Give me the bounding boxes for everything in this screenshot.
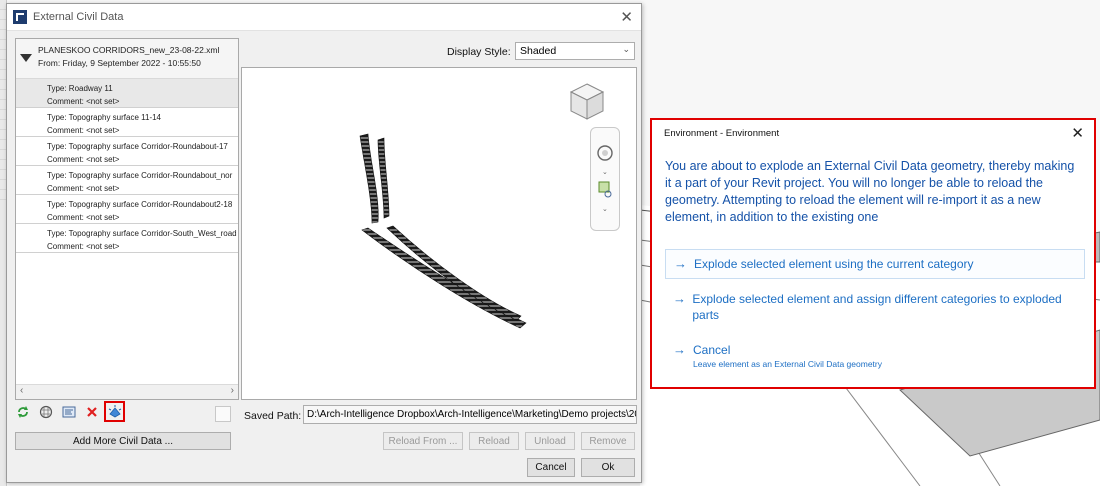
list-item[interactable]: Type: Roadway 11 Comment: <not set> (16, 79, 238, 108)
explode-task-dialog: Environment - Environment ✕ You are abou… (650, 118, 1096, 389)
item-comment: Comment: <not set> (47, 97, 120, 106)
item-type: Type: Roadway 11 (47, 84, 113, 93)
horizontal-scrollbar[interactable]: ‹ › (16, 384, 238, 399)
item-comment: Comment: <not set> (47, 126, 120, 135)
item-type: Type: Topography surface Corridor-South_… (47, 229, 237, 238)
explode-assign-categories-option[interactable]: → Explode selected element and assign di… (665, 285, 1085, 329)
close-icon[interactable]: ✕ (620, 8, 633, 26)
task-dialog-title: Environment - Environment (664, 128, 780, 139)
close-icon[interactable]: ✕ (1071, 124, 1084, 142)
scroll-left-icon[interactable]: ‹ (20, 385, 23, 396)
option-description: Leave element as an External Civil Data … (693, 359, 882, 369)
refresh-icon[interactable] (15, 404, 30, 419)
zoom-icon (598, 181, 610, 193)
list-item[interactable]: Type: Topography surface Corridor-Rounda… (16, 166, 238, 195)
explode-icon[interactable] (104, 401, 125, 422)
materials-icon[interactable] (38, 404, 53, 419)
delete-icon[interactable] (84, 404, 99, 419)
list-toolbar (15, 401, 125, 422)
list-item[interactable]: Type: Topography surface Corridor-Rounda… (16, 137, 238, 166)
task-dialog-message: You are about to explode an External Civ… (665, 159, 1075, 224)
saved-path-label: Saved Path: (244, 410, 302, 422)
chevron-down-icon: ⌄ (622, 44, 630, 54)
item-comment: Comment: <not set> (47, 242, 120, 251)
app-logo-icon (13, 10, 27, 24)
option-label: Explode selected element and assign diff… (692, 292, 1062, 322)
saved-path-field[interactable]: D:\Arch-Intelligence Dropbox\Arch-Intell… (303, 405, 637, 424)
unload-button[interactable]: Unload (525, 432, 575, 450)
file-node[interactable]: PLANESKOO CORRIDORS_new_23-08-22.xml Fro… (16, 39, 238, 79)
civil-data-list: PLANESKOO CORRIDORS_new_23-08-22.xml Fro… (15, 38, 239, 400)
option-label: Cancel (693, 343, 731, 357)
arrow-right-icon: → (673, 342, 686, 357)
list-view-icon[interactable] (215, 406, 231, 422)
list-item[interactable]: Type: Topography surface 11-14 Comment: … (16, 108, 238, 137)
file-date: From: Friday, 9 September 2022 - 10:55:5… (38, 58, 201, 68)
title-bar: External Civil Data ✕ (7, 4, 641, 31)
item-comment: Comment: <not set> (47, 155, 120, 164)
list-item[interactable]: Type: Topography surface Corridor-South_… (16, 224, 238, 253)
svg-text:⌄: ⌄ (602, 168, 608, 176)
cancel-option[interactable]: → Cancel Leave element as an External Ci… (665, 336, 1085, 375)
cancel-button[interactable]: Cancel (527, 458, 575, 477)
item-type: Type: Topography surface Corridor-Rounda… (47, 200, 233, 209)
navigation-bar[interactable]: ⌄ ⌄ (590, 127, 620, 231)
scroll-right-icon[interactable]: › (231, 385, 234, 396)
properties-icon[interactable] (61, 404, 76, 419)
item-comment: Comment: <not set> (47, 213, 120, 222)
ok-button[interactable]: Ok (581, 458, 635, 477)
explode-current-category-option[interactable]: → Explode selected element using the cur… (665, 249, 1085, 279)
item-comment: Comment: <not set> (47, 184, 120, 193)
item-type: Type: Topography surface Corridor-Rounda… (47, 171, 233, 180)
display-style-label: Display Style: (447, 46, 511, 58)
dialog-title: External Civil Data (33, 11, 124, 23)
display-style-dropdown[interactable]: Shaded ⌄ (515, 42, 635, 60)
remove-button[interactable]: Remove (581, 432, 635, 450)
list-item[interactable]: Type: Topography surface Corridor-Rounda… (16, 195, 238, 224)
reload-button[interactable]: Reload (469, 432, 519, 450)
item-type: Type: Topography surface 11-14 (47, 113, 161, 122)
add-more-civil-data-button[interactable]: Add More Civil Data ... (15, 432, 231, 450)
collapse-arrow-icon[interactable] (20, 54, 32, 62)
external-civil-data-dialog: External Civil Data ✕ PLANESKOO CORRIDOR… (6, 3, 642, 483)
display-style-value: Shaded (520, 45, 557, 57)
preview-viewport[interactable]: ⌄ ⌄ (241, 67, 637, 400)
option-label: Explode selected element using the curre… (694, 257, 974, 271)
view-cube-icon[interactable] (568, 82, 606, 127)
item-type: Type: Topography surface Corridor-Rounda… (47, 142, 228, 151)
reload-from-button[interactable]: Reload From ... (383, 432, 463, 450)
arrow-right-icon: → (674, 256, 687, 271)
svg-text:⌄: ⌄ (602, 205, 608, 213)
arrow-right-icon: → (673, 291, 686, 306)
file-name: PLANESKOO CORRIDORS_new_23-08-22.xml (38, 45, 220, 55)
